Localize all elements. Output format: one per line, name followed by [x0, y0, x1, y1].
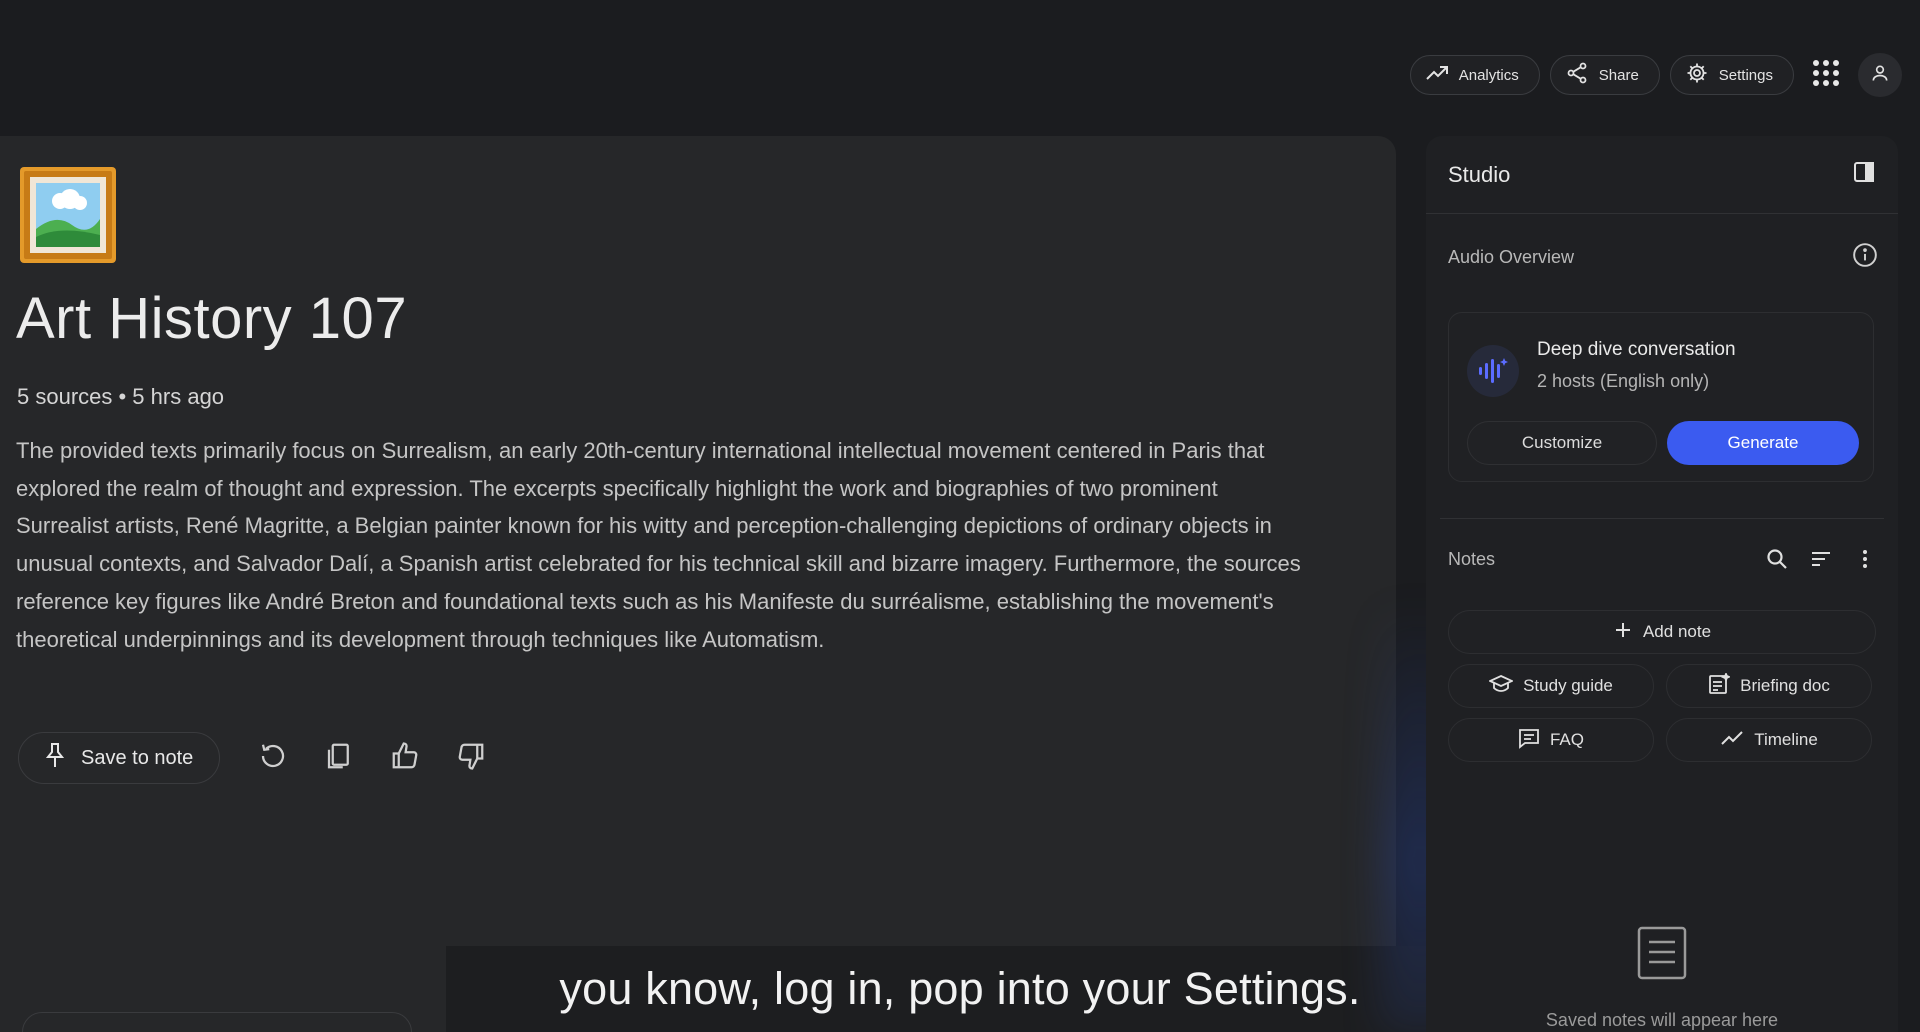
- generate-button[interactable]: Generate: [1667, 421, 1859, 465]
- trending-up-icon: [1425, 61, 1449, 89]
- notes-header-row: Notes: [1448, 546, 1878, 572]
- briefing-doc-icon: [1708, 671, 1732, 700]
- notes-label: Notes: [1448, 548, 1496, 569]
- top-actions: Analytics Share Settings: [1409, 53, 1902, 97]
- chat-input-stub[interactable]: [22, 1012, 412, 1032]
- studio-title: Studio: [1448, 161, 1511, 187]
- add-note-button[interactable]: Add note: [1448, 610, 1876, 654]
- copy-icon: [324, 741, 354, 776]
- notebook-meta: 5 sources • 5 hrs ago: [17, 384, 225, 409]
- faq-icon: [1518, 727, 1540, 754]
- video-caption: you know, log in, pop into your Settings…: [446, 946, 1474, 1032]
- empty-notes-text: Saved notes will appear here: [1545, 1010, 1779, 1030]
- info-icon[interactable]: [1852, 242, 1878, 273]
- thumbs-down-icon: [456, 741, 486, 776]
- share-button[interactable]: Share: [1549, 55, 1660, 95]
- notebook-picture-icon: [20, 167, 116, 263]
- briefing-doc-label: Briefing doc: [1740, 676, 1830, 695]
- notebook-summary: The provided texts primarily focus on Su…: [16, 438, 1301, 652]
- timeline-label: Timeline: [1754, 730, 1818, 749]
- notes-tools: [1764, 546, 1878, 572]
- timeline-chip[interactable]: Timeline: [1666, 718, 1872, 762]
- studio-divider: [1440, 518, 1884, 519]
- analytics-button[interactable]: Analytics: [1409, 55, 1540, 95]
- notebook-title: Art History 107: [16, 286, 408, 351]
- plus-icon: [1613, 620, 1633, 645]
- share-label: Share: [1598, 66, 1639, 84]
- summary-action-row: Save to note: [18, 732, 504, 784]
- thumbs-up-icon: [390, 741, 420, 776]
- copy-button[interactable]: [306, 732, 372, 784]
- account-avatar-button[interactable]: [1858, 53, 1902, 97]
- audio-wave-icon: [1467, 345, 1519, 397]
- analytics-label: Analytics: [1458, 66, 1519, 84]
- settings-label: Settings: [1718, 66, 1773, 84]
- studio-header: Studio: [1426, 136, 1898, 214]
- add-note-label: Add note: [1642, 622, 1712, 641]
- audio-overview-label: Audio Overview: [1448, 247, 1575, 267]
- more-vert-icon[interactable]: [1852, 546, 1878, 572]
- study-guide-chip[interactable]: Study guide: [1448, 664, 1654, 708]
- thumbs-up-button[interactable]: [372, 732, 438, 784]
- thumbs-down-button[interactable]: [438, 732, 504, 784]
- sort-icon[interactable]: [1808, 546, 1834, 572]
- faq-label: FAQ: [1549, 730, 1584, 749]
- audio-overview-card: Deep dive conversation 2 hosts (English …: [1448, 312, 1874, 482]
- apps-grid-icon: [1811, 58, 1841, 93]
- save-to-note-label: Save to note: [81, 746, 194, 769]
- save-to-note-button[interactable]: Save to note: [18, 732, 221, 784]
- studio-panel: Studio Audio Overview Deep dive conversa…: [1426, 136, 1898, 1032]
- search-icon[interactable]: [1764, 546, 1790, 572]
- empty-notes-icon: [1637, 926, 1687, 980]
- audio-card-subtitle: 2 hosts (English only): [1537, 371, 1710, 391]
- audio-overview-row: Audio Overview: [1448, 242, 1878, 273]
- settings-button[interactable]: Settings: [1669, 55, 1794, 95]
- top-bar: Analytics Share Settings: [0, 0, 1920, 136]
- caption-text: you know, log in, pop into your Settings…: [559, 963, 1361, 1014]
- refresh-icon: [258, 741, 288, 776]
- customize-button[interactable]: Customize: [1467, 421, 1657, 465]
- briefing-doc-chip[interactable]: Briefing doc: [1666, 664, 1872, 708]
- faq-chip[interactable]: FAQ: [1448, 718, 1654, 762]
- gear-icon: [1685, 61, 1709, 89]
- regenerate-button[interactable]: [240, 732, 306, 784]
- audio-card-title: Deep dive conversation: [1537, 339, 1736, 360]
- pin-icon: [43, 742, 67, 774]
- graduation-cap-icon: [1487, 673, 1515, 700]
- share-icon: [1565, 61, 1589, 89]
- collapse-panel-icon[interactable]: [1852, 160, 1876, 189]
- apps-grid-button[interactable]: [1804, 53, 1848, 97]
- timeline-icon: [1720, 728, 1744, 753]
- study-guide-label: Study guide: [1523, 676, 1613, 695]
- person-icon: [1870, 63, 1890, 88]
